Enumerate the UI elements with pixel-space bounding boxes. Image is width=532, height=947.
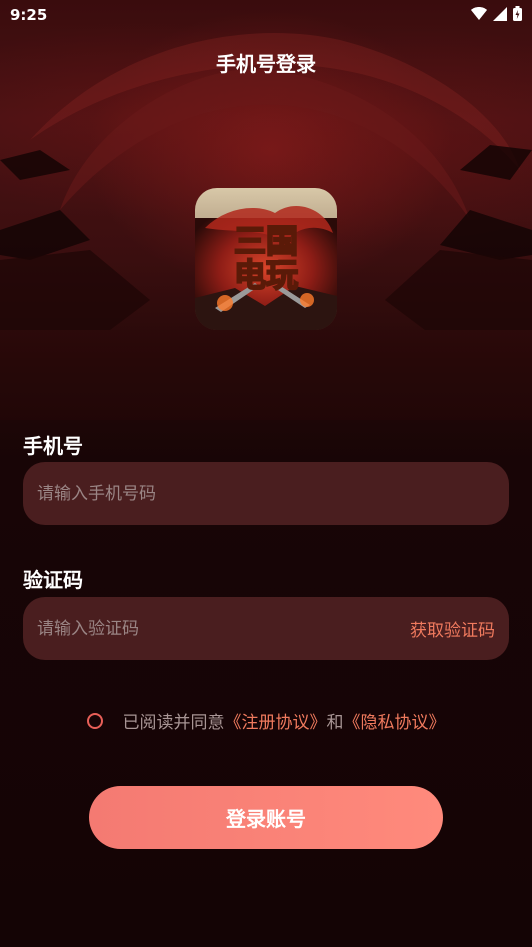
- privacy-agreement-link[interactable]: 《隐私协议》: [344, 708, 446, 733]
- logo-text-line2: 电玩: [234, 256, 298, 294]
- wifi-icon: [471, 6, 487, 20]
- agreement-conjunction: 和: [326, 713, 344, 733]
- phone-field-container: [23, 462, 509, 525]
- code-label: 验证码: [23, 568, 83, 592]
- status-bar: 9:25: [0, 0, 532, 30]
- agreement-prefix: 已阅读并同意: [122, 713, 225, 733]
- battery-charging-icon: [513, 6, 522, 21]
- agreement-row: 已阅读并同意 《注册协议》 和 《隐私协议》: [0, 708, 532, 733]
- signal-icon: [493, 6, 507, 21]
- status-icons: [471, 6, 522, 21]
- get-code-button[interactable]: 获取验证码: [410, 616, 495, 641]
- code-field-container: 获取验证码: [23, 597, 509, 660]
- login-button[interactable]: 登录账号: [89, 786, 443, 849]
- register-agreement-link[interactable]: 《注册协议》: [225, 708, 327, 733]
- app-logo: 三国 电玩: [195, 188, 337, 330]
- logo-text-line1: 三国: [234, 222, 298, 260]
- phone-input[interactable]: [37, 483, 495, 504]
- page-title: 手机号登录: [216, 52, 316, 76]
- agreement-checkbox[interactable]: [86, 712, 103, 729]
- verification-code-input[interactable]: [37, 618, 410, 639]
- phone-label: 手机号: [23, 434, 83, 458]
- status-time: 9:25: [10, 6, 48, 24]
